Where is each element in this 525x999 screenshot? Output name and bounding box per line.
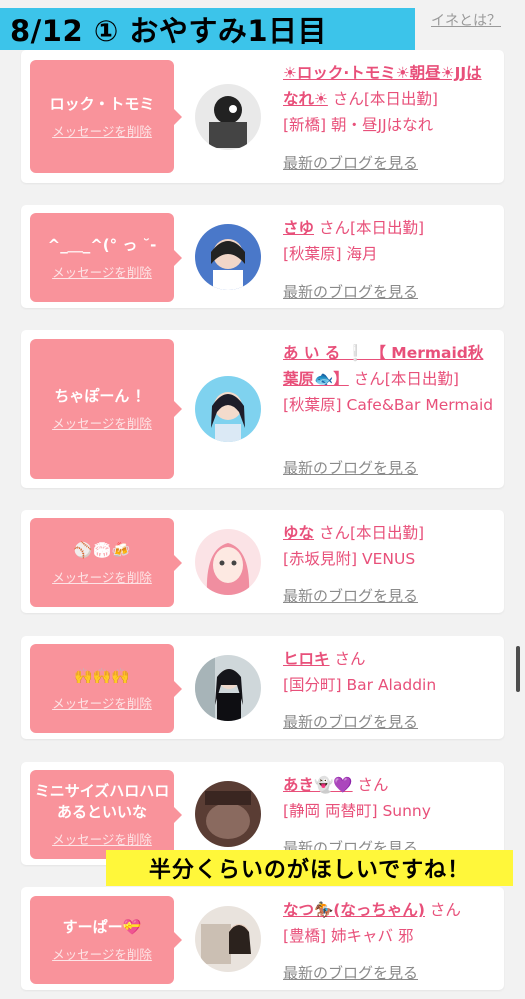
- message-text: ^_＿_^(° っ ˘-: [47, 235, 157, 254]
- scrollbar[interactable]: [516, 646, 520, 692]
- status-text: [本日出勤]: [384, 370, 459, 388]
- cast-info: ☀ロック·トモミ☀朝昼☀JJはなれ☀ さん[本日出勤] [新橋] 朝・昼JJはな…: [283, 60, 496, 138]
- honorific: さん: [332, 90, 364, 108]
- shop-text: [静岡 両替町] Sunny: [283, 802, 431, 820]
- message-card: ちゃぽーん ！ メッセージを削除 あ い る ❕ 【 Mermaid秋葉原🐟】 …: [21, 330, 504, 488]
- blog-link[interactable]: 最新のブログを見る: [283, 962, 418, 983]
- message-bubble: ちゃぽーん ！ メッセージを削除: [30, 339, 182, 479]
- message-text: ちゃぽーん ！: [54, 387, 150, 405]
- shop-text: [秋葉原] 海月: [283, 245, 378, 263]
- message-card: ^_＿_^(° っ ˘- メッセージを削除 さゆ さん[本日出勤] [秋葉原] …: [21, 205, 504, 308]
- avatar[interactable]: [195, 655, 261, 721]
- message-bubble: ミニサイズハロハロあるといいな メッセージを削除: [30, 770, 182, 859]
- status-text: [本日出勤]: [349, 524, 425, 542]
- message-bubble: ⚾🏟🍻 メッセージを削除: [30, 518, 182, 607]
- cast-info: さゆ さん[本日出勤] [秋葉原] 海月: [283, 215, 496, 267]
- shop-text: [赤坂見附] VENUS: [283, 550, 416, 568]
- cast-info: あ い る ❕ 【 Mermaid秋葉原🐟】 さん[本日出勤] [秋葉原] Ca…: [283, 340, 496, 418]
- honorific: さん: [429, 901, 461, 919]
- delete-message-link[interactable]: メッセージを削除: [52, 829, 152, 848]
- cast-name-link[interactable]: あき👻💜: [283, 776, 353, 794]
- cast-name-link[interactable]: なつ🏇(なっちゃん): [283, 901, 425, 919]
- delete-message-link[interactable]: メッセージを削除: [52, 944, 152, 963]
- blog-link[interactable]: 最新のブログを見る: [283, 585, 418, 606]
- cast-info: ゆな さん[本日出勤] [赤坂見附] VENUS: [283, 520, 496, 572]
- message-card: ⚾🏟🍻 メッセージを削除 ゆな さん[本日出勤] [赤坂見附] VENUS 最新…: [21, 510, 504, 613]
- message-text: ロック・トモミ: [49, 94, 155, 113]
- delete-message-link[interactable]: メッセージを削除: [52, 413, 152, 432]
- blog-link[interactable]: 最新のブログを見る: [283, 711, 418, 732]
- shop-text: [国分町] Bar Aladdin: [283, 676, 437, 694]
- message-text: ミニサイズハロハロあるといいな: [34, 782, 170, 821]
- status-text: [本日出勤]: [363, 90, 438, 108]
- message-card: 🙌🙌🙌 メッセージを削除 ヒロキ さん [国分町] Bar Aladdin 最新…: [21, 636, 504, 739]
- shop-text: [秋葉原] Cafe&Bar Mermaid: [283, 396, 494, 414]
- avatar[interactable]: [195, 376, 261, 442]
- blog-link[interactable]: 最新のブログを見る: [283, 281, 418, 302]
- message-bubble: 🙌🙌🙌 メッセージを削除: [30, 644, 182, 733]
- message-text: ⚾🏟🍻: [73, 540, 131, 559]
- about-link[interactable]: イネとは？: [431, 10, 501, 30]
- delete-message-link[interactable]: メッセージを削除: [52, 693, 152, 712]
- delete-message-link[interactable]: メッセージを削除: [52, 567, 152, 586]
- cast-info: あき👻💜 さん [静岡 両替町] Sunny: [283, 772, 496, 824]
- status-text: [本日出勤]: [349, 219, 425, 237]
- delete-message-link[interactable]: メッセージを削除: [52, 121, 152, 140]
- honorific: さん: [318, 524, 350, 542]
- caption-overlay: 半分くらいのがほしいですね！: [106, 850, 513, 886]
- shop-text: [新橋] 朝・昼JJはなれ: [283, 116, 434, 134]
- message-bubble: ^_＿_^(° っ ˘- メッセージを削除: [30, 213, 182, 302]
- honorific: さん: [357, 776, 389, 794]
- avatar[interactable]: [195, 781, 261, 847]
- message-text: 🙌🙌🙌: [73, 666, 131, 685]
- avatar[interactable]: [195, 906, 261, 972]
- date-banner: 8/12 ① おやすみ1日目: [0, 8, 415, 50]
- cast-info: なつ🏇(なっちゃん) さん [豊橋] 姉キャバ 邪: [283, 897, 496, 949]
- cast-info: ヒロキ さん [国分町] Bar Aladdin: [283, 646, 496, 698]
- delete-message-link[interactable]: メッセージを削除: [52, 262, 152, 281]
- honorific: さん: [353, 370, 385, 388]
- cast-name-link[interactable]: ゆな: [283, 524, 314, 542]
- message-card: ロック・トモミ メッセージを削除 ☀ロック·トモミ☀朝昼☀JJはなれ☀ さん[本…: [21, 50, 504, 183]
- honorific: さん: [334, 650, 366, 668]
- message-bubble: すーぱー💝 メッセージを削除: [30, 896, 182, 984]
- message-bubble: ロック・トモミ メッセージを削除: [30, 60, 182, 173]
- message-text: すーぱー💝: [62, 918, 142, 936]
- blog-link[interactable]: 最新のブログを見る: [283, 152, 418, 173]
- avatar[interactable]: [195, 224, 261, 290]
- avatar[interactable]: [195, 529, 261, 595]
- honorific: さん: [318, 219, 350, 237]
- avatar[interactable]: [195, 84, 261, 150]
- shop-text: [豊橋] 姉キャバ 邪: [283, 927, 414, 945]
- cast-name-link[interactable]: ヒロキ: [283, 650, 330, 668]
- cast-name-link[interactable]: さゆ: [283, 219, 314, 237]
- blog-link[interactable]: 最新のブログを見る: [283, 457, 418, 478]
- message-card: すーぱー💝 メッセージを削除 なつ🏇(なっちゃん) さん [豊橋] 姉キャバ 邪…: [21, 887, 504, 990]
